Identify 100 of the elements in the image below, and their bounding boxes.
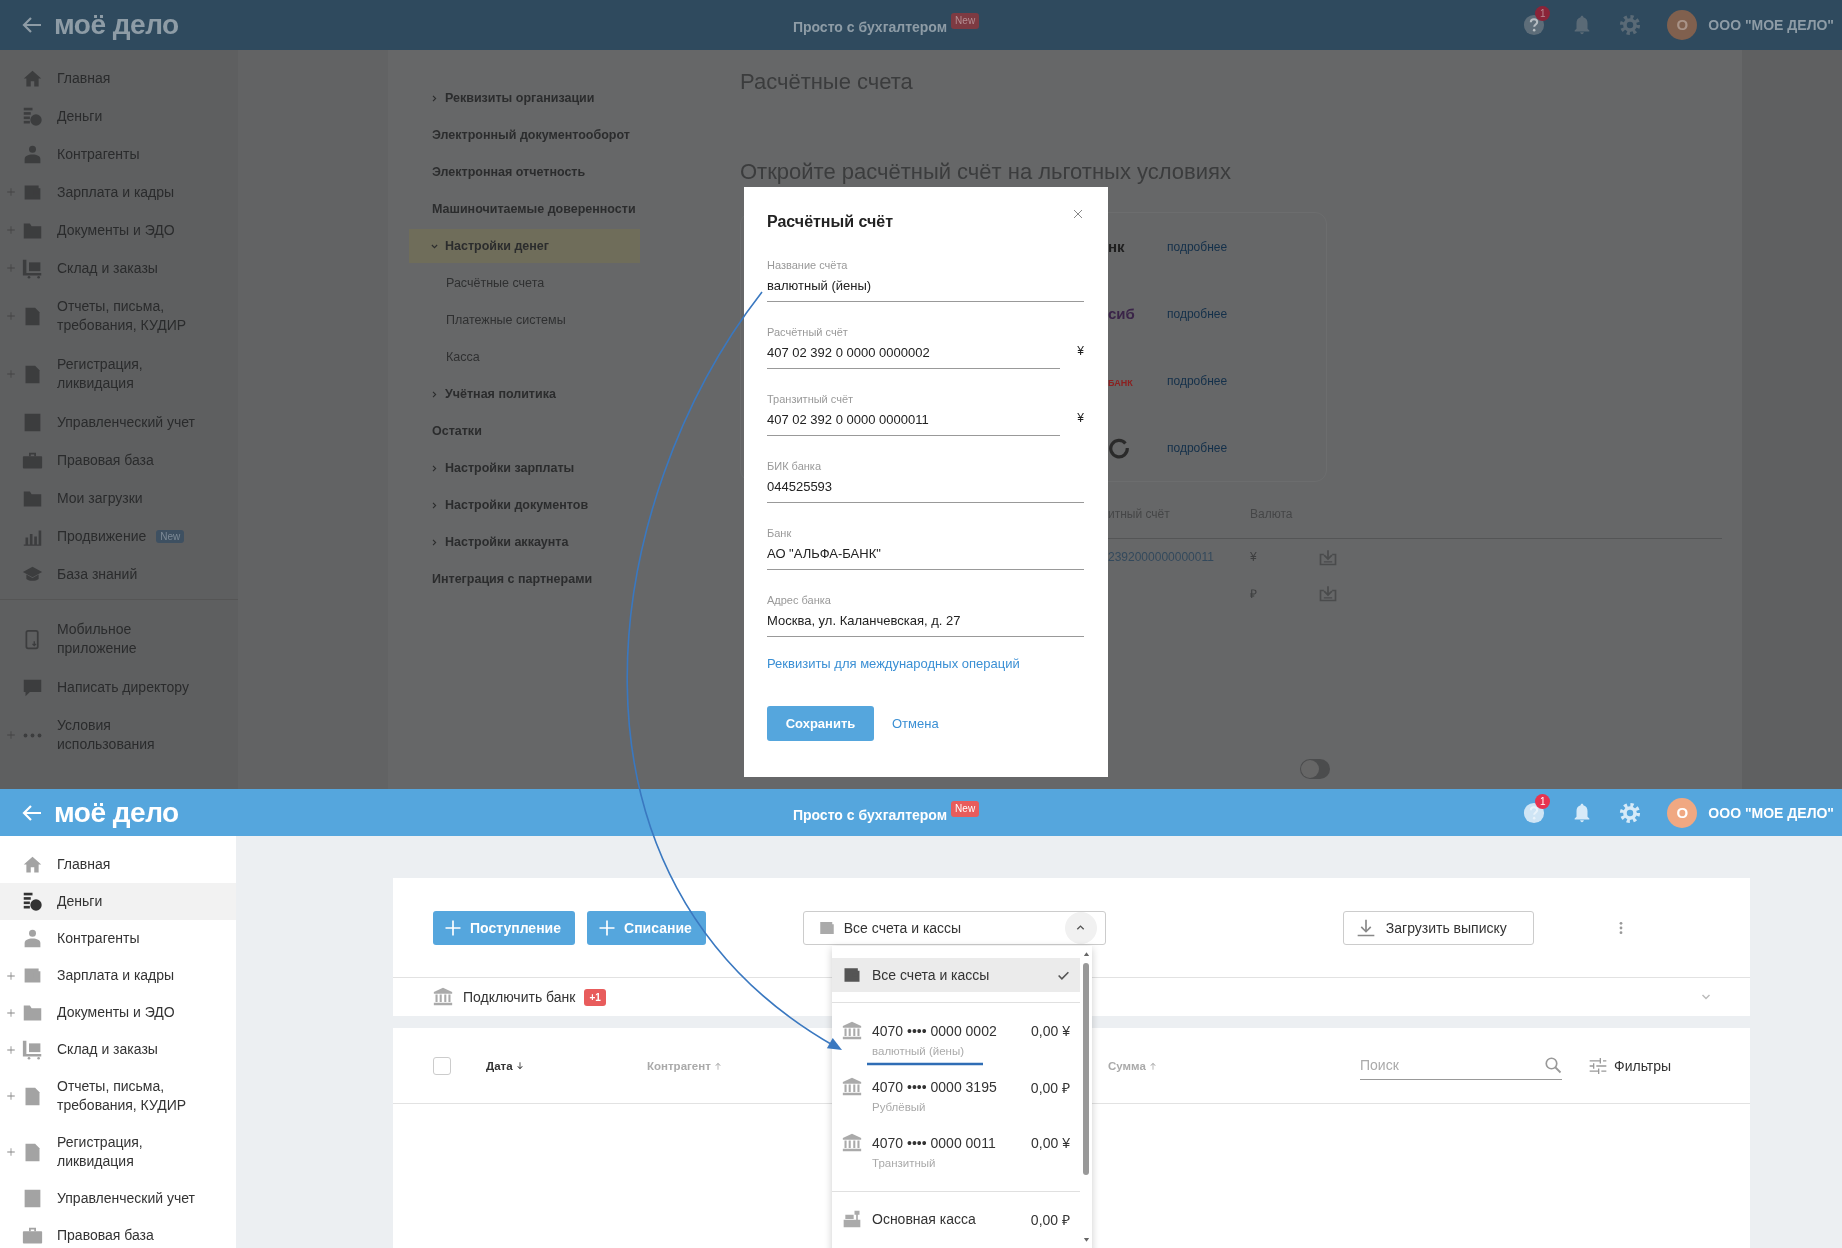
sidebar-item[interactable]: Зарплата и кадры xyxy=(0,957,236,994)
new-badge: New xyxy=(156,529,185,543)
sidebar-item[interactable]: Отчеты, письма, требования, КУДИР xyxy=(0,1068,236,1124)
coins-icon xyxy=(22,105,43,127)
option-label: Все счета и кассы xyxy=(872,967,991,983)
connect-bank-link[interactable]: Подключить банк xyxy=(463,989,576,1005)
chevron-up-icon xyxy=(1075,922,1087,933)
settings-nav-item[interactable]: Настройки зарплаты xyxy=(409,451,640,485)
settings-nav-item[interactable]: Настройки денег xyxy=(409,229,640,263)
settings-nav-item[interactable]: Электронный документооборот xyxy=(409,118,642,152)
column-header[interactable]: Сумма xyxy=(1108,1059,1360,1072)
settings-nav-item[interactable]: Реквизиты организации xyxy=(409,81,640,115)
option-label: Основная касса xyxy=(872,1211,977,1227)
account-number: 4070 •••• 0000 0011 xyxy=(872,1135,997,1151)
promo-link[interactable]: Просто с бухгалтером xyxy=(792,800,948,825)
cart-icon xyxy=(22,1039,43,1060)
amount: 0,00 ¥ xyxy=(1031,1135,1070,1151)
settings-icon[interactable] xyxy=(1619,14,1642,36)
logo[interactable]: моё дело xyxy=(54,9,179,41)
scroll-down-icon xyxy=(1081,1235,1091,1244)
search-field[interactable]: Поиск xyxy=(1360,1051,1562,1080)
company-name[interactable]: ООО "МОЕ ДЕЛО" xyxy=(1708,804,1834,821)
sidebar-item[interactable]: Склад и заказы xyxy=(0,1031,236,1068)
account-option[interactable]: 4070 •••• 0000 0011 0,00 ¥ Транзитный xyxy=(832,1125,1080,1181)
field-label: БИК банка xyxy=(767,459,822,473)
document-icon xyxy=(22,1188,43,1209)
link[interactable]: Реквизиты для международных операций xyxy=(767,655,1084,673)
settings-nav-item[interactable]: Платежные системы xyxy=(446,303,720,337)
input-field[interactable]: АО "АЛЬФА-БАНК" xyxy=(767,540,1084,570)
chevron-right-icon xyxy=(430,93,439,103)
account-number: 4070 •••• 0000 3195 xyxy=(872,1079,998,1095)
avatar[interactable]: О xyxy=(1667,797,1698,828)
currency-sign: ¥ xyxy=(1076,344,1084,360)
select-all-checkbox[interactable] xyxy=(433,1056,451,1075)
table-cell-text: ¥ xyxy=(1250,550,1258,564)
chevron-right-icon xyxy=(430,389,439,399)
sidebar-item[interactable]: Управленческий учет xyxy=(0,1180,236,1217)
avatar[interactable]: О xyxy=(1667,10,1698,40)
bank-icon xyxy=(842,1133,862,1153)
more-link[interactable]: подробнее xyxy=(1167,373,1326,388)
arc-logo-icon xyxy=(1108,436,1130,459)
input-field[interactable]: Москва, ул. Каланчевская, д. 27 xyxy=(767,607,1084,637)
download-icon[interactable] xyxy=(1318,583,1338,603)
account-number: 4070 •••• 0000 0002 xyxy=(872,1023,998,1039)
field-label: Расчётный счёт xyxy=(767,325,849,339)
search-icon xyxy=(1544,1055,1562,1074)
sidebar-item[interactable]: Деньги xyxy=(0,883,236,920)
cash-register-icon xyxy=(842,1209,862,1229)
logo[interactable]: моё дело xyxy=(54,796,179,829)
expense-button[interactable]: Списание xyxy=(587,910,706,945)
notification-count: 1 xyxy=(1535,6,1551,21)
company-name[interactable]: ООО "МОЕ ДЕЛО" xyxy=(1708,17,1834,33)
field-label: Транзитный счёт xyxy=(767,392,855,406)
filters-button[interactable]: Фильтры xyxy=(1588,1055,1672,1076)
sidebar-item[interactable]: Документы и ЭДО xyxy=(0,994,236,1031)
account-option[interactable]: 4070 •••• 0000 3195 0,00 ₽ Рублёвый xyxy=(832,1069,1080,1125)
sidebar-item[interactable]: Контрагенты xyxy=(0,920,236,957)
more-link[interactable]: подробнее xyxy=(1167,306,1326,321)
close-icon[interactable] xyxy=(1072,208,1084,220)
more-link[interactable]: подробнее xyxy=(1167,440,1326,455)
settings-nav-item[interactable]: Учётная политика xyxy=(409,377,640,411)
chevron-right-icon xyxy=(430,537,439,547)
settings-nav-item[interactable]: Настройки документов xyxy=(409,488,640,522)
input-field[interactable]: 407 02 392 0 0000 0000011 xyxy=(767,406,1060,436)
account-option[interactable]: Все счета и кассы xyxy=(832,958,1080,992)
settings-nav-item[interactable]: Интеграция с партнерами xyxy=(409,562,642,596)
input-field[interactable]: 407 02 392 0 0000 0000002 xyxy=(767,339,1060,369)
chevron-right-icon xyxy=(430,500,439,510)
settings-nav-item[interactable]: Остатки xyxy=(409,414,642,448)
column-header[interactable]: Дата xyxy=(486,1059,647,1072)
sidebar-item[interactable]: Регистрация, ликвидация xyxy=(0,1124,236,1180)
upload-statement-button[interactable]: Загрузить выписку xyxy=(1342,910,1534,945)
download-icon[interactable] xyxy=(1318,547,1338,567)
account-option[interactable]: Основная касса 0,00 ₽ xyxy=(832,1202,1080,1236)
sidebar-item[interactable]: Правовая база xyxy=(0,1217,236,1248)
sidebar-item[interactable]: Главная xyxy=(0,846,236,883)
bank-icon xyxy=(433,987,453,1007)
notification-count: 1 xyxy=(1535,793,1551,809)
account-select[interactable]: Все счета и кассы xyxy=(802,910,1106,945)
filter-icon xyxy=(1588,1055,1608,1076)
person-icon xyxy=(22,928,43,949)
person-icon xyxy=(22,143,43,165)
bank-logo: БАНК xyxy=(1108,377,1133,388)
settings-nav-item[interactable]: Машиночитаемые доверенности xyxy=(409,192,642,226)
account-note: Транзитный xyxy=(871,1157,937,1169)
bank-icon xyxy=(842,1077,862,1097)
settings-nav-item[interactable]: Настройки аккаунта xyxy=(409,525,640,559)
input-field[interactable]: 044525593 xyxy=(767,473,1084,503)
briefcase-icon xyxy=(22,1225,43,1246)
scroll-up-icon xyxy=(1081,950,1091,959)
cancel-button[interactable]: Отмена xyxy=(884,710,947,737)
input-field[interactable]: валютный (йены) xyxy=(767,272,1084,302)
currency-sign: ¥ xyxy=(1076,411,1084,427)
save-button[interactable]: Сохранить xyxy=(767,706,874,741)
toggle-switch[interactable] xyxy=(1300,759,1330,779)
income-button[interactable]: Поступление xyxy=(433,910,575,945)
more-link[interactable]: подробнее xyxy=(1167,239,1326,254)
coins-icon xyxy=(22,891,43,912)
settings-nav-item[interactable]: Электронная отчетность xyxy=(409,155,642,189)
promo-link[interactable]: Просто с бухгалтером xyxy=(792,13,948,37)
